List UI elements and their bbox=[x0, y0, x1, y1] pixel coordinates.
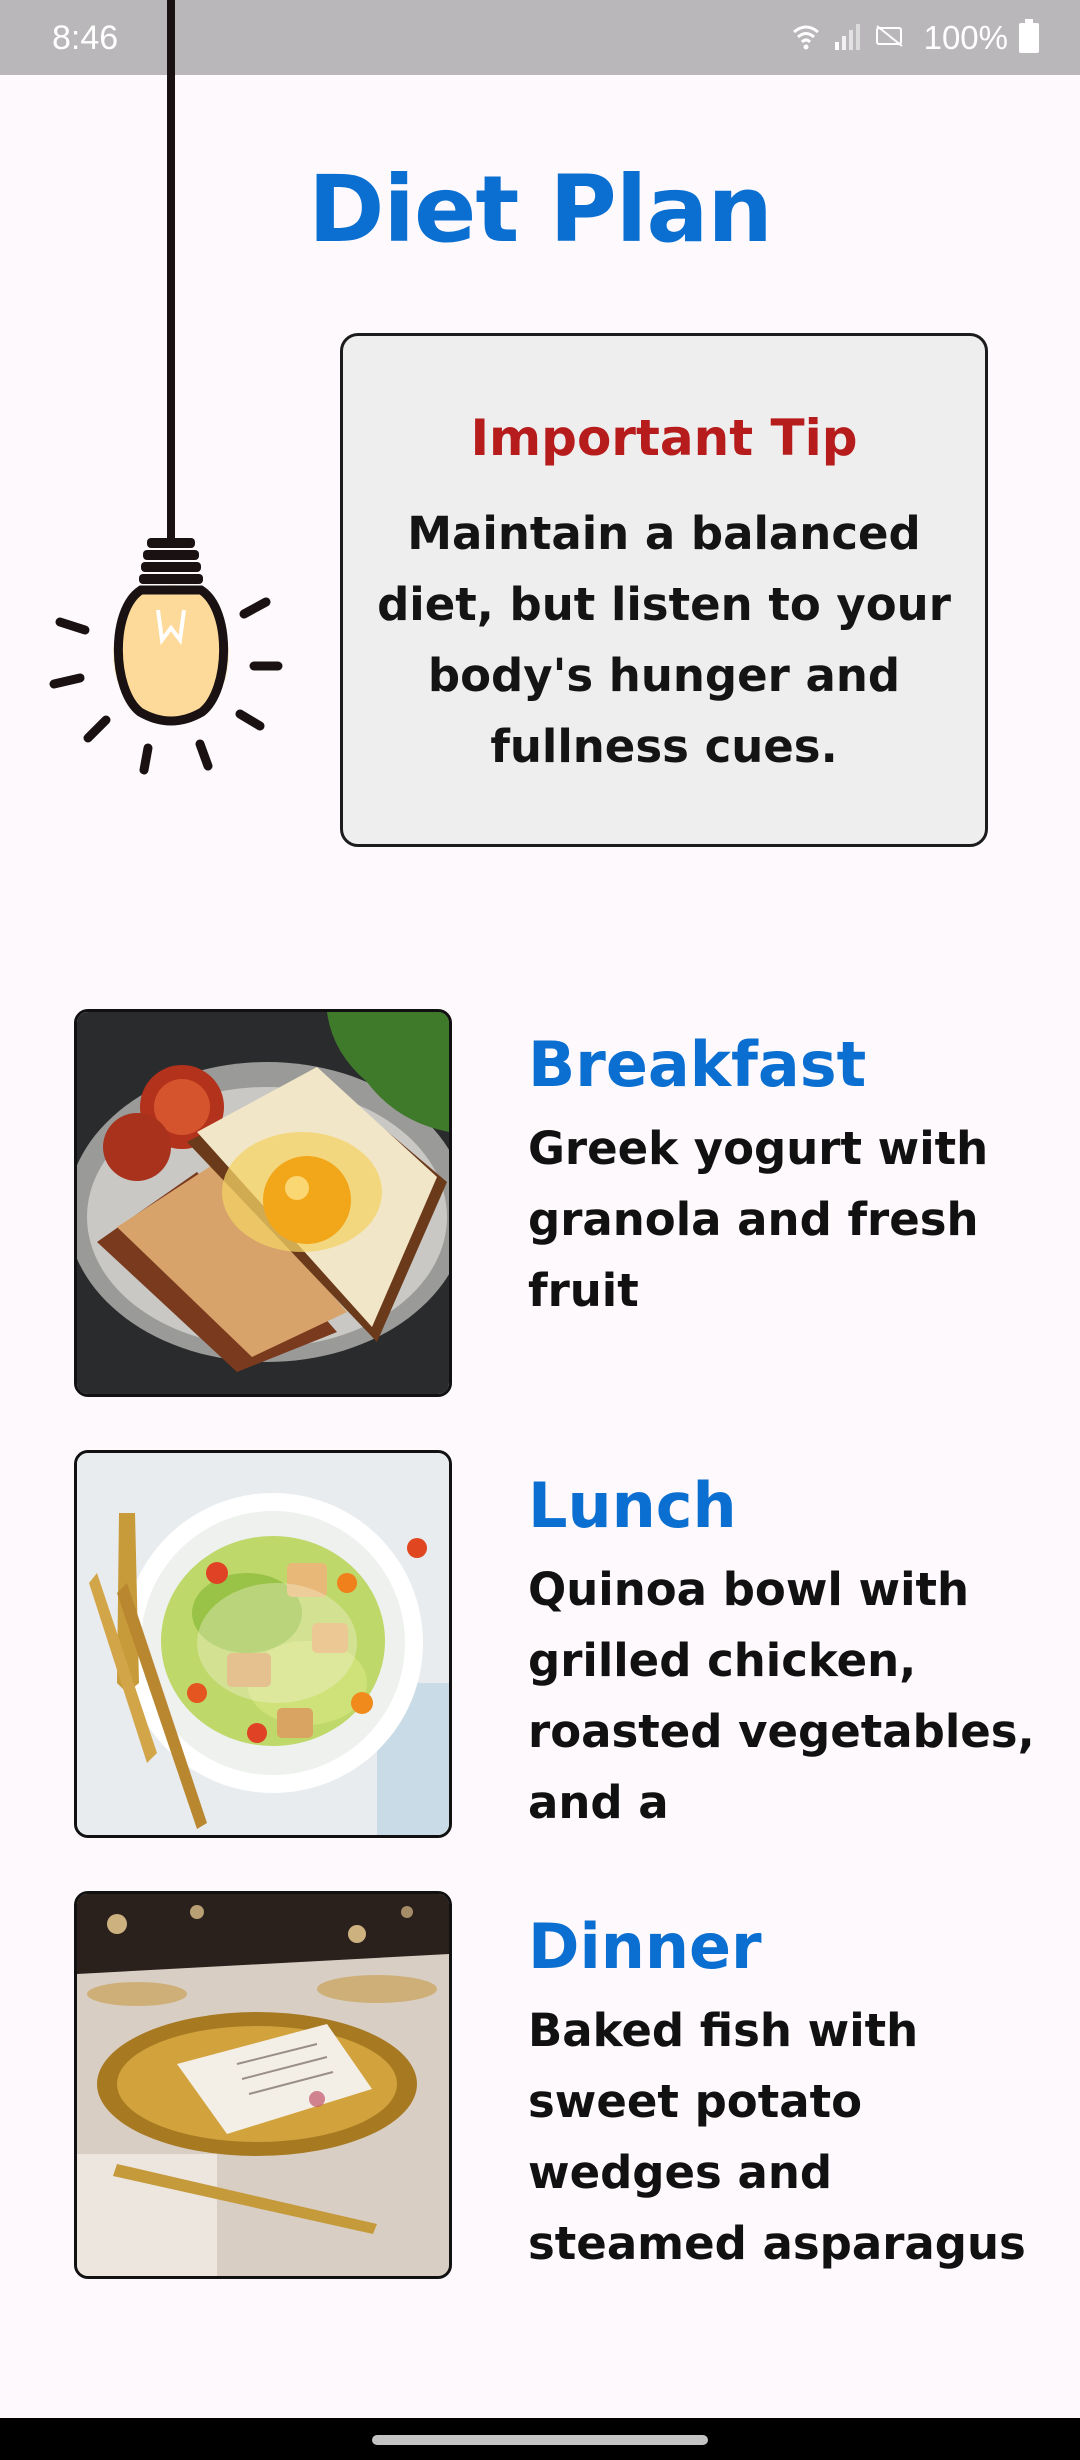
battery-percent: 100% bbox=[923, 19, 1008, 56]
meal-title-breakfast: Breakfast bbox=[528, 1028, 867, 1101]
battery-icon bbox=[1018, 19, 1040, 57]
meal-lunch[interactable]: Lunch Quinoa bowl with grilled chicken, … bbox=[74, 1450, 1035, 1842]
tip-text: Maintain a balanced diet, but listen to … bbox=[377, 507, 951, 773]
tip-title: Important Tip bbox=[470, 409, 858, 467]
signal-icon bbox=[832, 20, 864, 56]
meal-description-dinner: Baked fish with sweet potato wedges and … bbox=[528, 2004, 1026, 2270]
dinner-image bbox=[74, 1891, 452, 2279]
wifi-icon bbox=[790, 20, 822, 56]
no-sim-icon bbox=[874, 20, 906, 56]
home-indicator[interactable] bbox=[372, 2435, 708, 2445]
status-icons: 100% bbox=[790, 14, 1040, 62]
meal-title-lunch: Lunch bbox=[528, 1469, 737, 1542]
meal-breakfast[interactable]: Breakfast Greek yogurt with granola and … bbox=[74, 1009, 1034, 1401]
breakfast-image bbox=[74, 1009, 452, 1397]
navigation-bar bbox=[0, 2418, 1080, 2460]
tip-card: Important Tip Maintain a balanced diet, … bbox=[340, 333, 988, 847]
meal-description-lunch: Quinoa bowl with grilled chicken, roaste… bbox=[528, 1563, 1035, 1829]
lightbulb-icon bbox=[40, 0, 300, 790]
meal-title-dinner: Dinner bbox=[528, 1910, 762, 1983]
meal-dinner[interactable]: Dinner Baked fish with sweet potato wedg… bbox=[74, 1891, 1034, 2283]
meal-description-breakfast: Greek yogurt with granola and fresh frui… bbox=[528, 1122, 989, 1317]
lunch-image bbox=[74, 1450, 452, 1838]
